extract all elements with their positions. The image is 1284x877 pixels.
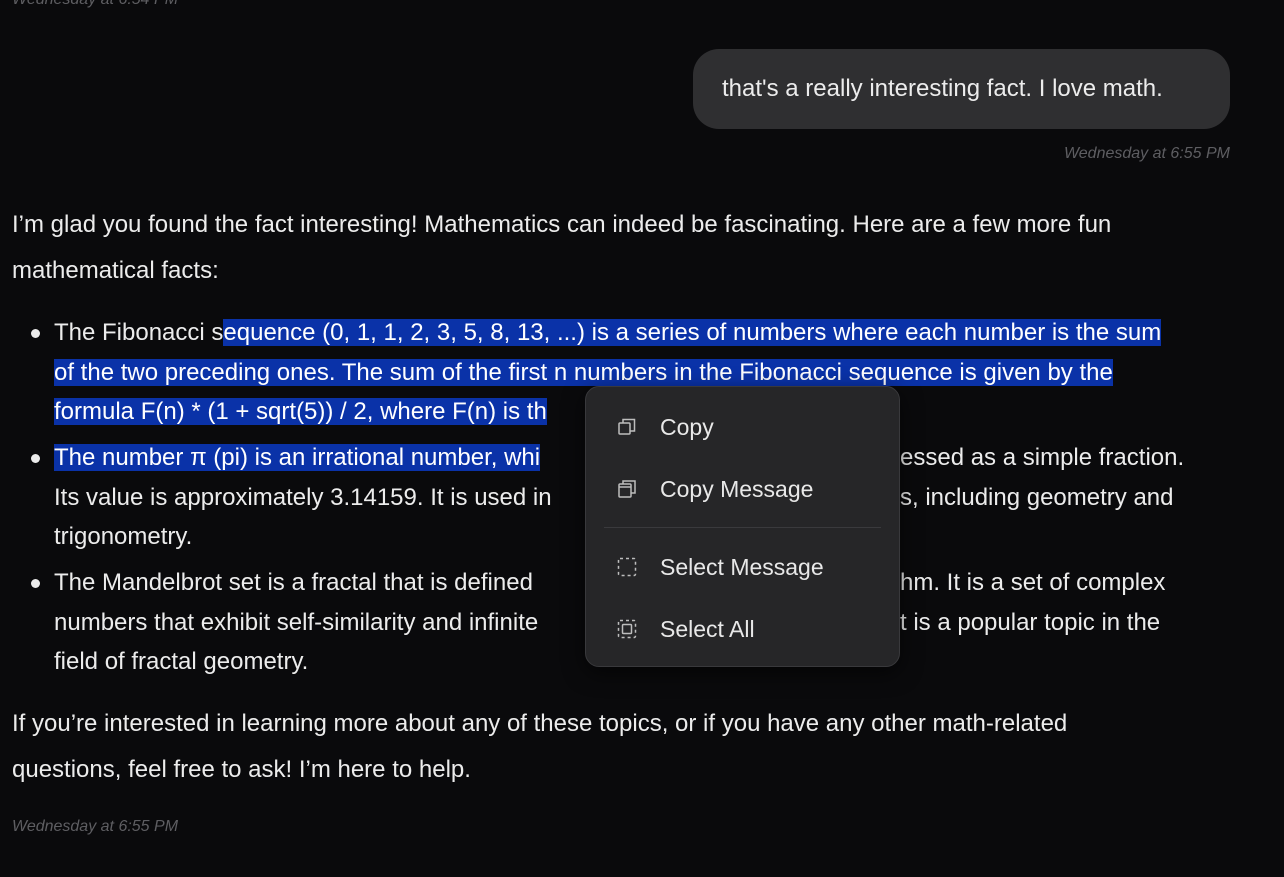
bullet-3-line-1-right: hm. It is a set of complex: [900, 569, 1166, 596]
context-menu: Copy Copy Message Select Message Select …: [585, 386, 900, 667]
menu-item-select-message-label: Select Message: [660, 554, 824, 580]
timestamp-top: Wednesday at 6:54 PM: [12, 0, 178, 9]
menu-item-copy-message-label: Copy Message: [660, 476, 814, 502]
bullet-3-line-3: field of fractal geometry.: [54, 648, 309, 675]
menu-item-select-message[interactable]: Select Message: [594, 541, 891, 593]
bullet-1-line-3-selected: formula F(n) * (1 + sqrt(5)) / 2, where …: [54, 398, 547, 425]
bullet-3-dot: [31, 579, 40, 588]
user-message-bubble: that's a really interesting fact. I love…: [693, 49, 1230, 129]
bullet-2-line-1-right: essed as a simple fraction.: [900, 444, 1185, 471]
timestamp-assistant: Wednesday at 6:55 PM: [12, 818, 179, 835]
assistant-outro-line-1: If you’re interested in learning more ab…: [12, 710, 1068, 737]
assistant-outro-line-2: questions, feel free to ask! I’m here to…: [12, 756, 471, 783]
bullet-1-line-1-text: The Fibonacci s: [54, 319, 224, 346]
menu-item-copy-message[interactable]: Copy Message: [594, 463, 891, 515]
select-message-icon: [616, 556, 638, 578]
bullet-2-line-1: The number π (pi) is an irrational numbe…: [54, 438, 541, 478]
bullet-3-line-1: The Mandelbrot set is a fractal that is …: [54, 569, 533, 596]
bullet-1-line-2-selected: of the two preceding ones. The sum of th…: [54, 359, 1113, 386]
copy-message-icon: [616, 478, 638, 500]
user-message-text: that's a really interesting fact. I love…: [722, 75, 1163, 102]
bullet-1-line-1: The Fibonacci sequence (0, 1, 1, 2, 3, 5…: [54, 313, 1162, 353]
assistant-intro-line-1: I’m glad you found the fact interesting!…: [12, 211, 1112, 238]
bullet-3-line-2: numbers that exhibit self-similarity and…: [54, 609, 539, 636]
assistant-intro-line-2: mathematical facts:: [12, 257, 219, 284]
bullet-2-dot: [31, 454, 40, 463]
bullet-3-line-2-right: t is a popular topic in the: [900, 609, 1161, 636]
bullet-2-line-2: Its value is approximately 3.14159. It i…: [54, 484, 552, 511]
timestamp-user: Wednesday at 6:55 PM: [1063, 145, 1230, 162]
bullet-2-line-1-selected: The number π (pi) is an irrational numbe…: [54, 444, 541, 471]
bullet-1-line-2: of the two preceding ones. The sum of th…: [54, 353, 1113, 393]
copy-icon: [616, 416, 638, 438]
menu-item-select-all-label: Select All: [660, 616, 755, 642]
bullet-2-line-3: trigonometry.: [54, 523, 193, 550]
bullet-1-dot: [31, 329, 40, 338]
bullet-2-line-2-right: s, including geometry and: [900, 484, 1174, 511]
bullet-1-line-3: formula F(n) * (1 + sqrt(5)) / 2, where …: [54, 392, 547, 432]
bullet-1-line-1-selected: equence (0, 1, 1, 2, 3, 5, 8, 13, ...) i…: [223, 319, 1162, 346]
menu-item-copy-label: Copy: [660, 414, 714, 440]
select-all-icon: [616, 618, 638, 640]
menu-item-select-all[interactable]: Select All: [594, 603, 891, 655]
menu-separator: [604, 527, 881, 528]
menu-item-copy[interactable]: Copy: [594, 401, 891, 453]
